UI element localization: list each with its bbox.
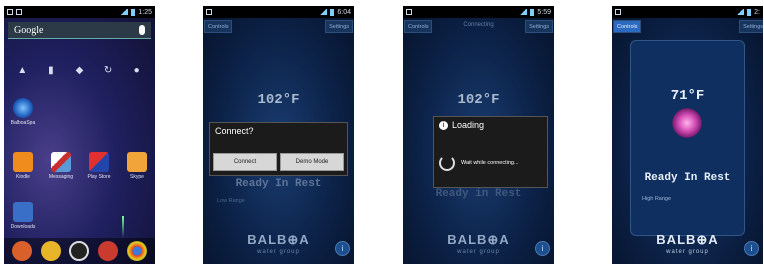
app-downloads[interactable]: Downloads [10, 202, 36, 230]
signal-icon [120, 9, 129, 15]
gps-icon[interactable]: ◆ [73, 64, 85, 76]
notification-icon [206, 9, 212, 15]
notification-icon [406, 9, 412, 15]
quick-settings-row: ▲ ▮ ◆ ↻ ● [8, 58, 151, 82]
range-label: Low Range [217, 198, 245, 204]
clock: 6:04 [337, 8, 351, 16]
app-messaging[interactable]: Messaging [48, 152, 74, 180]
dialog-message: Wait while connecting... [461, 160, 519, 166]
kindle-icon [13, 152, 33, 172]
google-search-bar[interactable]: Google [8, 22, 151, 39]
app-skype[interactable]: Skype [124, 152, 150, 180]
clock: 2: [754, 8, 760, 16]
info-icon[interactable]: i [744, 241, 759, 256]
dock-app-icon[interactable] [40, 241, 61, 261]
app-label: Messaging [48, 174, 74, 180]
balboa-loading-screen: 5:59 Controls Connecting Settings 102°F … [403, 6, 554, 264]
range-label: High Range [642, 196, 672, 202]
status-bar: 1:25 [4, 6, 155, 18]
app-label: BalboaSpa [10, 120, 36, 126]
balboa-logo-subtitle: water group [457, 249, 500, 255]
settings-button[interactable]: Settings [325, 20, 353, 33]
info-icon[interactable]: i [535, 241, 550, 256]
dock-app-icon[interactable] [12, 241, 33, 261]
battery-icon [747, 8, 752, 16]
play-store-icon [89, 152, 109, 172]
clock: 5:59 [537, 8, 551, 16]
chrome-icon[interactable] [126, 241, 147, 261]
app-balboaspa[interactable]: BalboaSpa [10, 98, 36, 126]
settings-button[interactable]: Settings [739, 20, 763, 33]
balboa-spa-panel-screen: 2: Controls Settings 71°F Ready In Rest … [612, 6, 763, 264]
balboa-connect-screen: 6:04 Controls Settings 102°F Connect? Co… [203, 6, 354, 264]
temperature-display: 102°F [257, 92, 300, 108]
wifi-icon[interactable]: ▲ [16, 64, 28, 76]
skype-icon [127, 152, 147, 172]
app-label: Kindle [16, 174, 30, 180]
clock: 1:25 [138, 8, 152, 16]
google-label: Google [14, 24, 44, 36]
messaging-icon [51, 152, 71, 172]
app-kindle[interactable]: Kindle [10, 152, 36, 180]
scroll-indicator [122, 216, 124, 238]
app-label: Downloads [10, 224, 36, 230]
battery-icon [330, 8, 335, 16]
spa-status-text: Ready in Rest [435, 188, 522, 200]
android-home-screen: 1:25 Google ▲ ▮ ◆ ↻ ● BalboaSpa Kindle M… [4, 6, 155, 264]
app-play-store[interactable]: Play Store [86, 152, 112, 180]
notification-icon [16, 9, 22, 15]
connect-dialog: Connect? Connect Demo Mode [209, 122, 348, 176]
dialog-title: Connect? [215, 126, 254, 136]
status-bar: 2: [612, 6, 763, 18]
downloads-icon [13, 202, 33, 222]
controls-button[interactable]: Controls [613, 20, 642, 33]
controls-button[interactable]: Controls [204, 20, 233, 33]
dialog-title: Loading [452, 120, 485, 130]
balboa-logo-subtitle: water group [257, 249, 300, 255]
signal-icon [319, 9, 328, 15]
spinner-icon [439, 155, 455, 171]
battery-widget-icon[interactable]: ▮ [45, 64, 57, 76]
loading-dialog: i Loading Wait while connecting... [433, 116, 548, 188]
loading-title-row: i Loading [434, 117, 547, 133]
balboa-logo-subtitle: water group [666, 249, 709, 255]
mic-icon[interactable] [139, 25, 145, 35]
connect-button[interactable]: Connect [213, 153, 277, 171]
app-label: Skype [130, 174, 144, 180]
info-icon[interactable]: i [335, 241, 350, 256]
spa-status-graphic [670, 106, 704, 140]
temperature-display: 102°F [457, 92, 500, 108]
signal-icon [736, 9, 745, 15]
status-bar: 6:04 [203, 6, 354, 18]
balboa-logo: BALB⊕A [247, 232, 310, 247]
spa-status-text: Ready In Rest [235, 178, 322, 190]
settings-button[interactable]: Settings [525, 20, 553, 33]
brightness-icon[interactable]: ● [131, 64, 143, 76]
dock [4, 238, 155, 264]
temperature-display: 71°F [670, 88, 705, 104]
notification-icon [7, 9, 13, 15]
app-label: Play Store [87, 174, 111, 180]
balboa-logo: BALB⊕A [447, 232, 510, 247]
signal-icon [519, 9, 528, 15]
battery-icon [131, 8, 136, 16]
demo-mode-button[interactable]: Demo Mode [280, 153, 344, 171]
balboa-logo: BALB⊕A [656, 232, 719, 247]
battery-icon [530, 8, 535, 16]
status-bar: 5:59 [403, 6, 554, 18]
spa-status-text: Ready In Rest [644, 172, 731, 184]
app-drawer-icon[interactable] [69, 241, 90, 261]
sync-icon[interactable]: ↻ [102, 64, 114, 76]
notification-icon [615, 9, 621, 15]
balboaspa-icon [13, 98, 33, 118]
dock-app-icon[interactable] [98, 241, 119, 261]
info-icon: i [439, 120, 448, 130]
